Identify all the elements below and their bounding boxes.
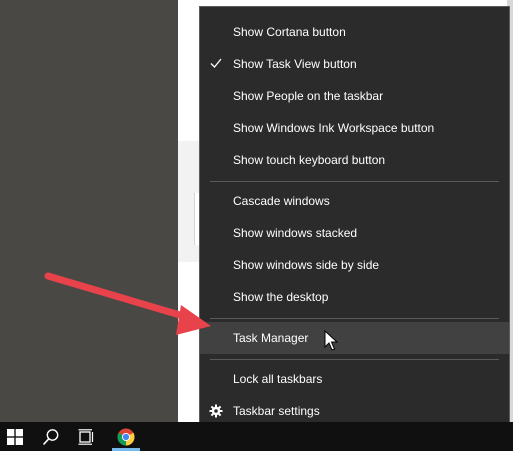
chrome-taskbar-button[interactable] xyxy=(107,422,145,451)
search-icon xyxy=(42,428,59,445)
menu-item-label: Show the desktop xyxy=(233,290,329,304)
chrome-icon xyxy=(117,428,135,445)
windows-start-icon xyxy=(7,428,23,445)
background-window-panel xyxy=(178,141,201,262)
checkmark-icon xyxy=(210,58,222,68)
menu-item-label: Cascade windows xyxy=(233,194,330,208)
menu-item-label: Show touch keyboard button xyxy=(233,153,386,167)
menu-item-label: Task Manager xyxy=(233,331,309,345)
menu-item-show-people[interactable]: Show People on the taskbar xyxy=(200,80,509,112)
menu-item-task-manager[interactable]: Task Manager xyxy=(200,322,509,354)
search-button[interactable] xyxy=(32,422,70,451)
menu-item-show-windows-ink[interactable]: Show Windows Ink Workspace button xyxy=(200,112,509,144)
task-view-button[interactable] xyxy=(68,422,106,451)
menu-separator xyxy=(210,318,499,319)
menu-item-show-windows-side-by-side[interactable]: Show windows side by side xyxy=(200,249,509,281)
menu-item-label: Show Windows Ink Workspace button xyxy=(233,121,435,135)
menu-item-show-cortana-button[interactable]: Show Cortana button xyxy=(200,16,509,48)
gear-icon xyxy=(209,404,223,418)
menu-item-label: Lock all taskbars xyxy=(233,372,323,386)
menu-separator xyxy=(210,359,499,360)
menu-item-show-the-desktop[interactable]: Show the desktop xyxy=(200,281,509,313)
menu-item-show-windows-stacked[interactable]: Show windows stacked xyxy=(200,217,509,249)
menu-item-label: Show People on the taskbar xyxy=(233,89,384,103)
taskbar-context-menu: Show Cortana button Show Task View butto… xyxy=(199,6,510,432)
start-button[interactable] xyxy=(0,422,34,451)
menu-separator xyxy=(210,181,499,182)
menu-item-show-touch-keyboard[interactable]: Show touch keyboard button xyxy=(200,144,509,176)
menu-item-label: Show windows side by side xyxy=(233,258,380,272)
desktop-background xyxy=(0,0,178,422)
taskbar xyxy=(0,422,513,451)
menu-item-show-task-view-button[interactable]: Show Task View button xyxy=(200,48,509,80)
menu-item-label: Taskbar settings xyxy=(233,404,320,418)
menu-item-label: Show Cortana button xyxy=(233,25,346,39)
menu-item-lock-all-taskbars[interactable]: Lock all taskbars xyxy=(200,363,509,395)
task-view-icon xyxy=(78,428,94,445)
menu-item-label: Show Task View button xyxy=(233,57,357,71)
menu-item-cascade-windows[interactable]: Cascade windows xyxy=(200,185,509,217)
menu-item-label: Show windows stacked xyxy=(233,226,358,240)
mouse-cursor-icon xyxy=(324,330,338,351)
